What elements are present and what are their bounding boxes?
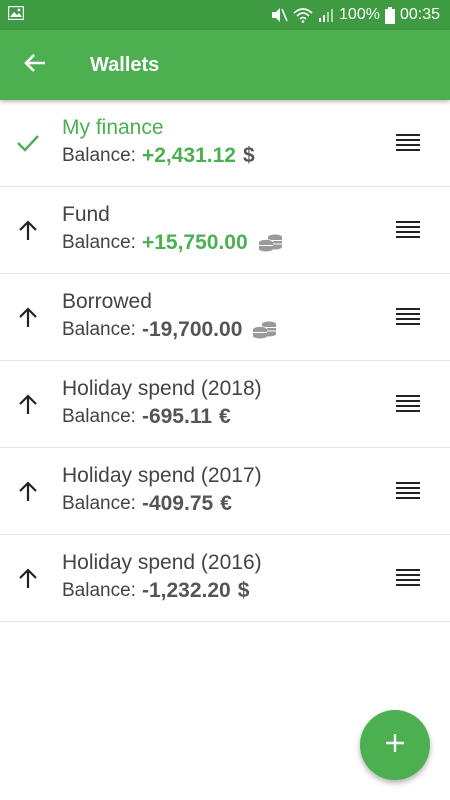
balance-line: Balance: +15,750.00: [62, 228, 378, 258]
currency-symbol: $: [242, 144, 255, 167]
wallet-item-holiday-2017[interactable]: Holiday spend (2017) Balance: -409.75 €: [0, 448, 450, 535]
wallet-name: Holiday spend (2017): [62, 464, 262, 487]
image-icon: [7, 5, 25, 25]
balance-value: -1,232.20: [141, 579, 231, 602]
drag-handle-icon[interactable]: [378, 361, 438, 447]
page-title: Wallets: [90, 53, 160, 76]
balance-label: Balance:: [62, 406, 136, 427]
wallet-item-fund[interactable]: Fund Balance: +15,750.00: [0, 187, 450, 274]
arrow-up-icon: [0, 448, 56, 534]
balance-label: Balance:: [62, 580, 136, 601]
currency-symbol: €: [220, 492, 232, 515]
wallet-text: Fund Balance: +15,750.00: [56, 202, 378, 258]
balance-label: Balance:: [62, 493, 136, 514]
balance-line: Balance: -1,232.20 $: [62, 576, 378, 606]
currency-symbol: $: [237, 579, 250, 602]
wallet-name: Holiday spend (2018): [62, 377, 262, 400]
wallet-name: Fund: [62, 203, 110, 226]
wallet-text: Borrowed Balance: -19,700.00: [56, 289, 378, 345]
balance-label: Balance:: [62, 145, 136, 166]
balance-value: -19,700.00: [141, 318, 243, 341]
wallet-item-my-finance[interactable]: My finance Balance: +2,431.12 $: [0, 100, 450, 187]
currency-symbol: €: [219, 405, 231, 428]
status-bar: 100% 00:35: [0, 0, 450, 30]
drag-handle-icon[interactable]: [378, 274, 438, 360]
back-button[interactable]: [0, 30, 70, 100]
check-icon: [0, 100, 56, 186]
arrow-up-icon: [0, 274, 56, 360]
drag-handle-icon[interactable]: [378, 535, 438, 621]
battery-text: 100%: [339, 6, 380, 23]
balance-line: Balance: -19,700.00: [62, 315, 378, 345]
wallet-name: My finance: [62, 116, 164, 139]
balance-value: +2,431.12: [141, 144, 236, 167]
plus-icon: [384, 732, 406, 759]
signal-icon: [318, 7, 334, 23]
wallet-item-holiday-2016[interactable]: Holiday spend (2016) Balance: -1,232.20 …: [0, 535, 450, 622]
coins-icon: [258, 233, 284, 253]
wallet-text: Holiday spend (2017) Balance: -409.75 €: [56, 463, 378, 519]
add-wallet-button[interactable]: [360, 710, 430, 780]
wallet-text: My finance Balance: +2,431.12 $: [56, 115, 378, 171]
wallet-name: Borrowed: [62, 290, 152, 313]
arrow-up-icon: [0, 535, 56, 621]
wallet-item-holiday-2018[interactable]: Holiday spend (2018) Balance: -695.11 €: [0, 361, 450, 448]
arrow-up-icon: [0, 361, 56, 447]
balance-line: Balance: +2,431.12 $: [62, 141, 378, 171]
app-bar: Wallets: [0, 30, 450, 100]
battery-icon: [384, 6, 395, 24]
wallet-item-borrowed[interactable]: Borrowed Balance: -19,700.00: [0, 274, 450, 361]
status-left: [7, 5, 25, 25]
wifi-icon: [293, 7, 313, 23]
status-right: 100% 00:35: [270, 6, 440, 24]
drag-handle-icon[interactable]: [378, 187, 438, 273]
balance-line: Balance: -409.75 €: [62, 489, 378, 519]
wallet-list: My finance Balance: +2,431.12 $ Fund Bal…: [0, 100, 450, 622]
balance-value: +15,750.00: [141, 231, 248, 254]
wallet-name: Holiday spend (2016): [62, 551, 262, 574]
arrow-left-icon: [24, 53, 46, 78]
wallet-text: Holiday spend (2016) Balance: -1,232.20 …: [56, 550, 378, 606]
arrow-up-icon: [0, 187, 56, 273]
mute-icon: [270, 7, 288, 23]
balance-value: -409.75: [141, 492, 214, 515]
coins-icon: [252, 320, 278, 340]
wallet-text: Holiday spend (2018) Balance: -695.11 €: [56, 376, 378, 432]
balance-value: -695.11: [141, 405, 213, 428]
balance-label: Balance:: [62, 319, 136, 340]
drag-handle-icon[interactable]: [378, 448, 438, 534]
drag-handle-icon[interactable]: [378, 100, 438, 186]
balance-label: Balance:: [62, 232, 136, 253]
balance-line: Balance: -695.11 €: [62, 402, 378, 432]
clock: 00:35: [399, 6, 440, 23]
